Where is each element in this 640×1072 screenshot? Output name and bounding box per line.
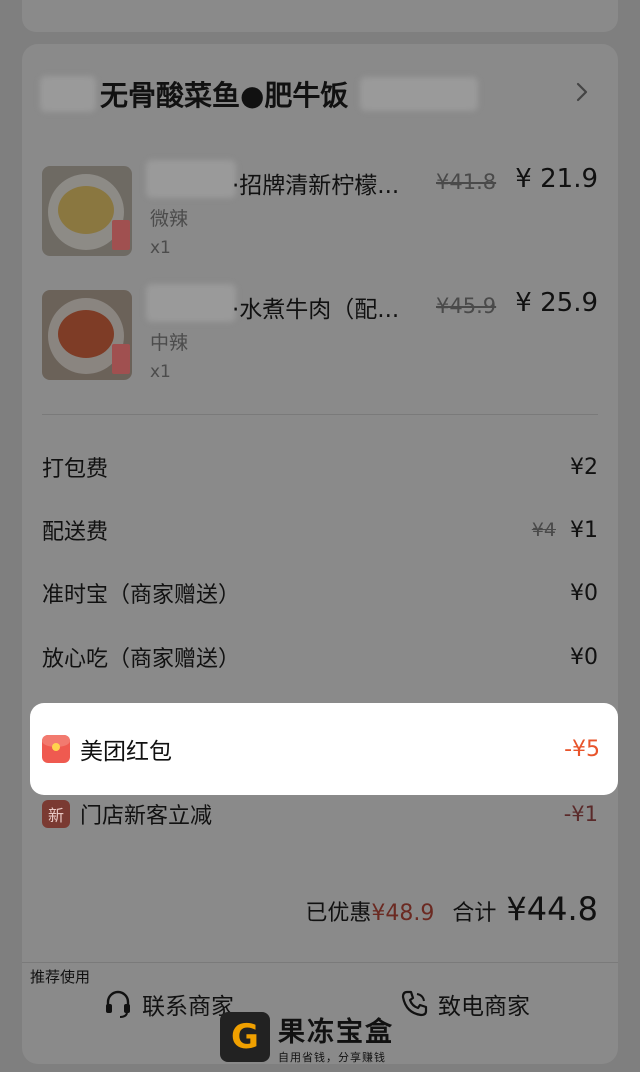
watermark-subtitle: 自用省钱，分享赚钱	[278, 1050, 386, 1064]
fee-value: ¥2	[570, 454, 598, 480]
watermark: G 果冻宝盒 自用省钱，分享赚钱	[220, 1010, 394, 1064]
watermark-title: 果冻宝盒	[278, 1016, 394, 1048]
item-qty: x1	[150, 238, 171, 258]
watermark-logo: G	[220, 1012, 270, 1062]
promo-label: 美团红包	[80, 739, 172, 765]
divider	[22, 962, 618, 963]
shop-header[interactable]: 无骨酸菜鱼●肥牛饭	[40, 72, 600, 116]
fee-label: 放心吃（商家赠送）	[42, 647, 241, 672]
item-price: ¥ 25.9	[515, 288, 598, 318]
item-qty: x1	[150, 362, 171, 382]
total-label: 合计	[452, 901, 497, 926]
order-item[interactable]: ·招牌清新柠檬... 微辣 x1 ¥41.8 ¥ 21.9	[42, 160, 598, 258]
item-name: ·招牌清新柠檬...	[232, 173, 400, 199]
blurred-text	[360, 77, 479, 111]
fee-label: 打包费	[42, 457, 109, 482]
fee-value: ¥1	[570, 517, 598, 543]
fee-row-delivery: 配送费 ¥4 ¥1	[42, 510, 598, 550]
call-merchant-button[interactable]: 致电商家	[398, 986, 530, 1022]
blurred-text	[146, 284, 236, 322]
chevron-right-icon[interactable]	[568, 78, 596, 106]
recommend-label: 推荐使用	[30, 968, 91, 986]
order-card: 无骨酸菜鱼●肥牛饭 ·招牌清新柠檬... 微辣 x1 ¥41.8 ¥ 21.9 …	[22, 44, 618, 1064]
fee-row-safe[interactable]: 放心吃（商家赠送） ¥0	[42, 637, 598, 677]
item-name: ·水煮牛肉（配...	[232, 297, 400, 323]
discount-label: 已优惠	[305, 901, 372, 926]
item-spec: 中辣	[150, 332, 189, 354]
item-thumbnail	[42, 166, 132, 256]
phone-icon	[401, 990, 428, 1017]
shop-name: 无骨酸菜鱼●肥牛饭	[100, 79, 349, 112]
order-item[interactable]: ·水煮牛肉（配... 中辣 x1 ¥45.9 ¥ 25.9	[42, 284, 598, 382]
total-value: ¥44.8	[506, 890, 598, 928]
fee-value: ¥0	[570, 580, 598, 606]
item-thumbnail	[42, 290, 132, 380]
previous-card	[22, 0, 618, 32]
headset-icon	[106, 990, 130, 1018]
call-merchant-label: 致电商家	[438, 994, 530, 1020]
item-price: ¥ 21.9	[515, 164, 598, 194]
promo-row-new-customer: 新 门店新客立减 -¥1	[42, 794, 598, 834]
meituan-redpack-row[interactable]: 美团红包 -¥5	[30, 703, 618, 795]
order-summary: 已优惠 ¥48.9 合计 ¥44.8	[305, 890, 598, 928]
fee-label: 准时宝（商家赠送）	[42, 583, 241, 608]
contact-merchant-button[interactable]: 联系商家	[102, 986, 234, 1022]
promo-label: 门店新客立减	[80, 804, 213, 829]
fee-label: 配送费	[42, 520, 109, 545]
promo-value: -¥1	[563, 802, 598, 826]
discount-value: ¥48.9	[371, 901, 435, 926]
blurred-text	[146, 160, 236, 198]
fee-value: ¥0	[570, 644, 598, 670]
fee-row-packing: 打包费 ¥2	[42, 447, 598, 487]
item-spec: 微辣	[150, 208, 189, 230]
fee-original: ¥4	[531, 519, 556, 541]
divider	[42, 414, 598, 415]
blurred-text	[40, 76, 96, 112]
new-badge-icon: 新	[42, 800, 70, 828]
item-original-price: ¥41.8	[436, 170, 497, 194]
red-packet-icon	[42, 735, 70, 763]
item-original-price: ¥45.9	[436, 294, 497, 318]
promo-value: -¥5	[564, 736, 600, 762]
fee-row-ontime[interactable]: 准时宝（商家赠送） ¥0	[42, 573, 598, 613]
